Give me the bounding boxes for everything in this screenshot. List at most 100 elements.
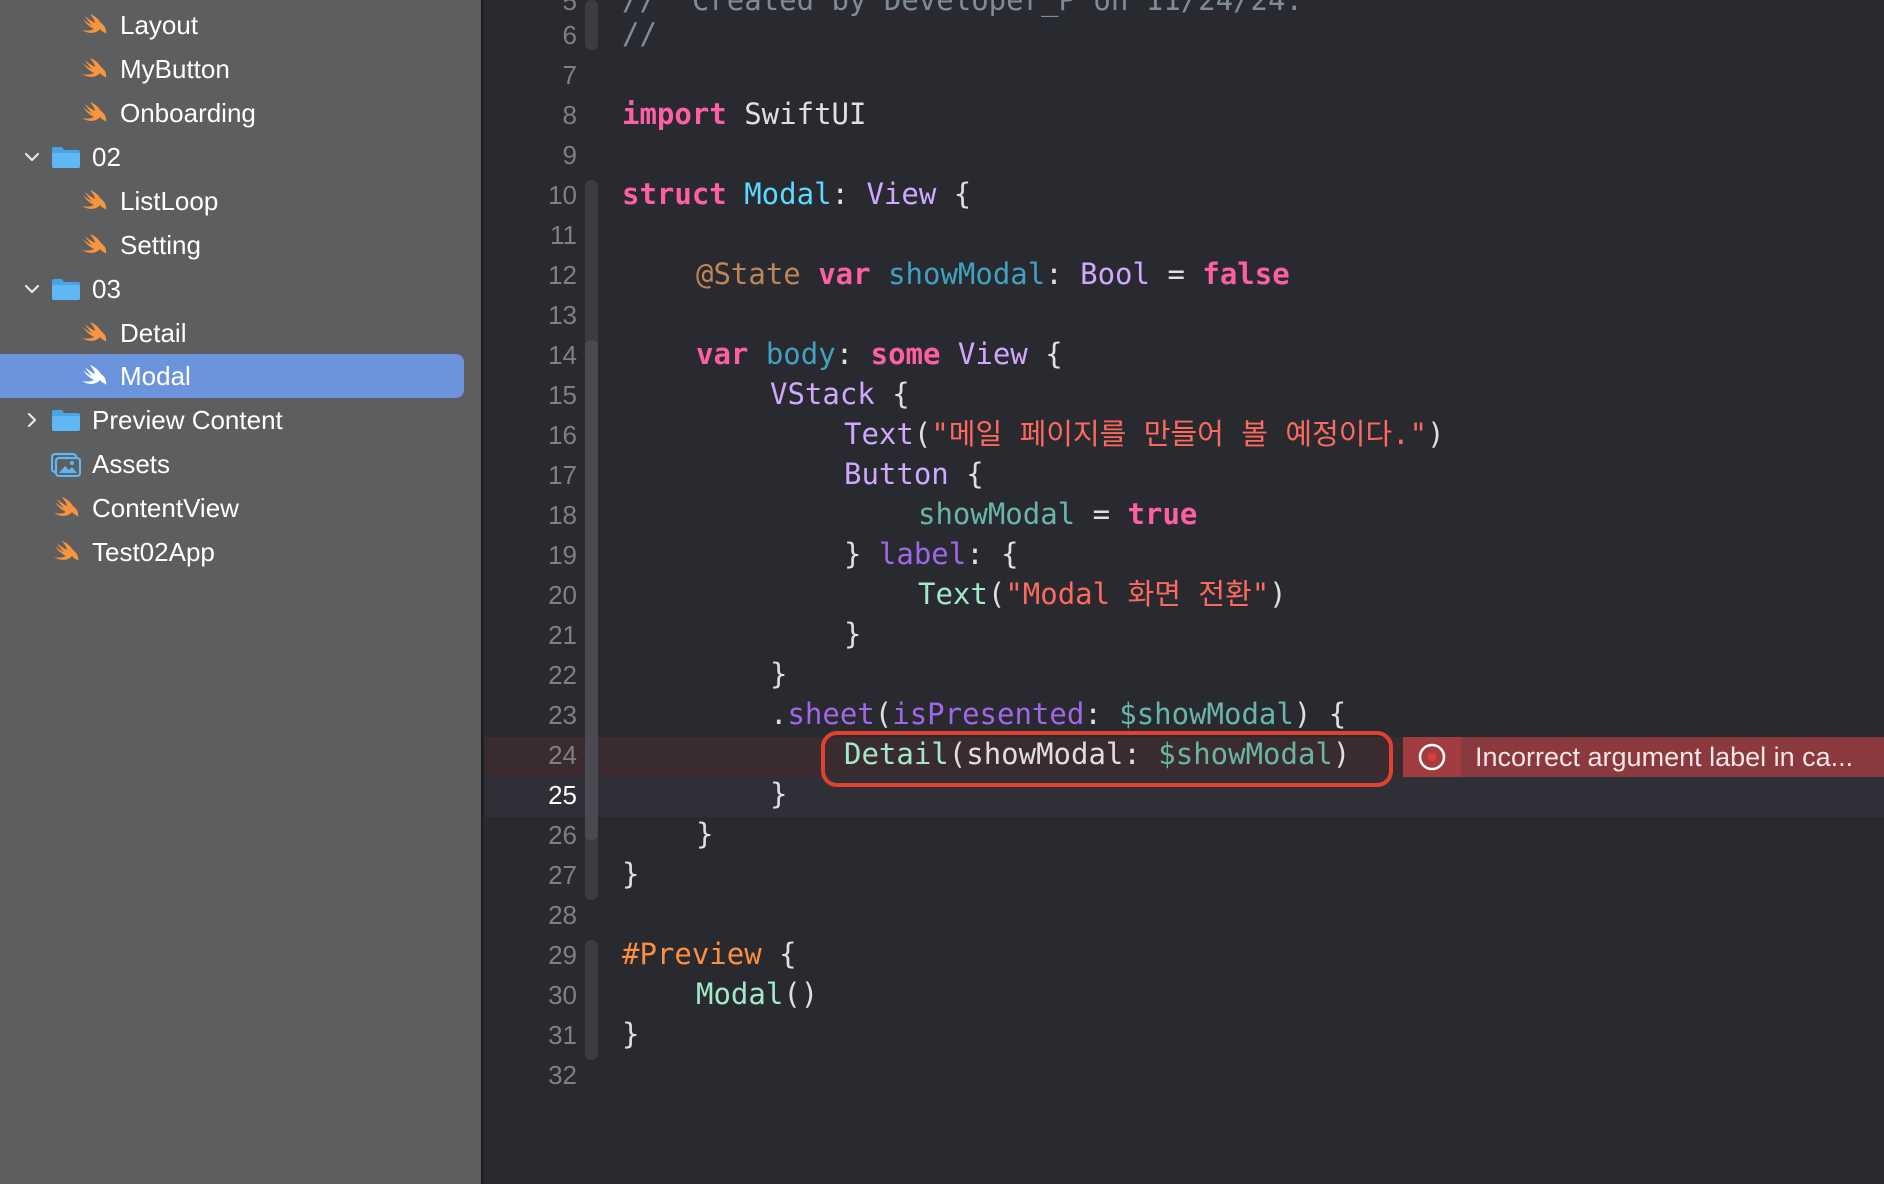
code-line-29: #Preview {	[622, 934, 797, 974]
line-number: 18	[548, 500, 577, 530]
navigator-folder-preview-content[interactable]: Preview Content	[0, 398, 483, 442]
macro: #Preview	[622, 937, 762, 971]
navigator-item-assets[interactable]: Assets	[0, 442, 483, 486]
code-line-12: @State var showModal: Bool = false	[696, 254, 1290, 294]
navigator-item-setting[interactable]: Setting	[0, 223, 483, 267]
initializer-call: Modal	[696, 977, 784, 1011]
fold-region[interactable]	[585, 460, 598, 660]
variable: showModal	[918, 497, 1076, 531]
asset-catalog-icon	[50, 450, 82, 478]
line-number: 15	[548, 380, 577, 410]
navigator-folder-02[interactable]: 02	[0, 135, 483, 179]
type-name: Bool	[1080, 257, 1150, 291]
keyword: var	[800, 257, 871, 291]
error-annotation-outline	[821, 731, 1393, 787]
operator: =	[1149, 257, 1203, 291]
binding-value: $showModal	[1119, 697, 1294, 731]
navigator-item-label: Assets	[92, 448, 171, 479]
navigator-item-label: ContentView	[92, 492, 239, 523]
code-folding-ribbon[interactable]	[585, 0, 598, 1184]
punctuation: :	[831, 177, 867, 211]
error-message: Incorrect argument label in ca...	[1475, 741, 1854, 772]
punctuation: )	[1269, 577, 1287, 611]
line-number: 22	[548, 660, 577, 690]
line-number: 6	[562, 20, 577, 50]
navigator-item-label: 02	[92, 141, 121, 172]
punctuation: }	[770, 657, 788, 691]
navigator-item-mybutton[interactable]: MyButton	[0, 47, 483, 91]
code-line-25: }	[770, 774, 787, 814]
fold-region[interactable]	[585, 0, 598, 50]
swift-icon	[78, 319, 110, 347]
code-line-19: } label: {	[844, 534, 1019, 574]
literal: false	[1202, 257, 1290, 291]
navigator-item-modal[interactable]: Modal	[0, 354, 483, 398]
punctuation: )	[1427, 417, 1445, 451]
punctuation: (	[874, 697, 893, 731]
line-number: 11	[550, 220, 577, 250]
attribute: @State	[696, 257, 801, 291]
line-number: 8	[562, 100, 577, 130]
code-line-21: }	[844, 614, 861, 654]
navigator-item-detail[interactable]: Detail	[0, 311, 483, 355]
line-number: 27	[548, 860, 577, 890]
punctuation: ()	[783, 977, 819, 1011]
punctuation: }	[622, 1017, 640, 1051]
line-number: 16	[548, 420, 577, 450]
swift-icon	[78, 55, 110, 83]
operator: =	[1075, 497, 1128, 531]
line-number: 30	[548, 980, 577, 1010]
folder-icon	[50, 143, 82, 171]
chevron-down-icon[interactable]	[21, 146, 43, 168]
punctuation: {	[1027, 337, 1063, 371]
chevron-down-icon[interactable]	[21, 278, 43, 300]
navigator-folder-03[interactable]: 03	[0, 267, 483, 311]
punctuation: (	[913, 417, 932, 451]
property-declaration: showModal	[870, 257, 1046, 291]
line-number: 5	[562, 0, 577, 16]
punctuation: .	[770, 697, 788, 731]
argument-label: isPresented	[892, 697, 1085, 731]
code-line-16: Text("메일 페이지를 만들어 볼 예정이다.")	[844, 414, 1445, 454]
line-number: 13	[548, 300, 577, 330]
swift-icon	[50, 538, 82, 566]
comment: //	[622, 17, 657, 51]
property-declaration: body	[748, 337, 836, 371]
navigator-item-label: Test02App	[92, 536, 215, 567]
punctuation: {	[874, 377, 910, 411]
comment: // Created by Developer_P on 11/24/24.	[622, 0, 1303, 17]
keyword: struct	[622, 177, 727, 211]
line-number: 31	[548, 1020, 577, 1050]
navigator-item-contentview[interactable]: ContentView	[0, 486, 483, 530]
folder-icon	[50, 406, 82, 434]
fold-region[interactable]	[585, 940, 598, 1060]
navigator-item-onboarding[interactable]: Onboarding	[0, 91, 483, 135]
code-line-26: }	[696, 814, 713, 854]
navigator-item-listloop[interactable]: ListLoop	[0, 179, 483, 223]
line-number-current: 25	[548, 780, 577, 810]
error-icon[interactable]	[1403, 737, 1461, 777]
method-name: sheet	[787, 697, 875, 731]
argument-label: label	[878, 537, 967, 571]
navigator-item-label: 03	[92, 273, 121, 304]
line-number: 9	[562, 140, 577, 170]
code-line-10: struct Modal: View {	[622, 174, 971, 214]
navigator-item-layout[interactable]: Layout	[0, 3, 483, 47]
code-editor[interactable]: 5 6 7 8 9 10 11 12 13 14 15 16 17 18 19 …	[485, 0, 1884, 1184]
swift-icon	[78, 99, 110, 127]
code-line-15: VStack {	[770, 374, 910, 414]
line-number: 10	[548, 180, 577, 210]
line-number: 20	[548, 580, 577, 610]
line-number: 28	[548, 900, 577, 930]
chevron-right-icon[interactable]	[21, 409, 43, 431]
line-number: 12	[548, 260, 577, 290]
punctuation: }	[622, 857, 640, 891]
code-line-18: showModal = true	[918, 494, 1197, 534]
line-number-gutter[interactable]: 5 6 7 8 9 10 11 12 13 14 15 16 17 18 19 …	[485, 0, 588, 1184]
line-number: 7	[562, 60, 577, 90]
type-declaration: Modal	[726, 177, 832, 211]
type-name: View	[940, 337, 1028, 371]
inline-error-badge[interactable]: Incorrect argument label in ca...	[1403, 737, 1884, 777]
navigator-item-test02app[interactable]: Test02App	[0, 530, 483, 574]
folder-icon	[50, 275, 82, 303]
